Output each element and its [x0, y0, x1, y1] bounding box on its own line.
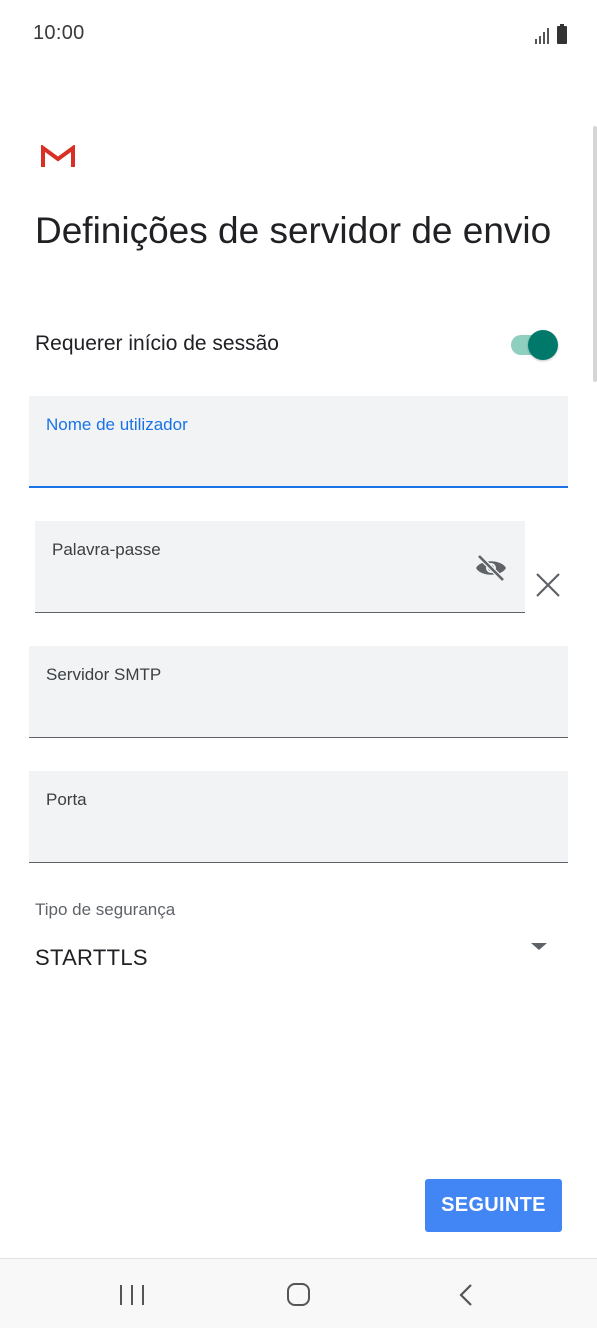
gmail-logo — [41, 145, 75, 167]
battery-icon — [557, 24, 567, 44]
close-icon[interactable] — [534, 571, 562, 599]
security-type-select[interactable]: STARTTLS — [35, 945, 148, 971]
page-title: Definições de servidor de envio — [35, 210, 552, 251]
navigation-bar — [0, 1258, 597, 1328]
signal-icon — [535, 28, 549, 44]
home-icon[interactable] — [287, 1283, 310, 1306]
password-label: Palavra-passe — [52, 540, 161, 559]
screen: 10:00 Definições de servidor de envio Re… — [0, 0, 597, 1328]
status-time: 10:00 — [33, 22, 85, 44]
recent-apps-icon[interactable] — [120, 1285, 144, 1305]
smtp-server-label: Servidor SMTP — [46, 665, 162, 684]
security-type-label: Tipo de segurança — [35, 900, 176, 919]
dropdown-arrow-icon[interactable] — [531, 943, 547, 950]
visibility-off-icon[interactable] — [474, 554, 508, 582]
status-icons — [535, 24, 567, 44]
toggle-thumb — [528, 330, 558, 360]
smtp-server-field[interactable]: Servidor SMTP — [29, 646, 568, 738]
require-login-toggle[interactable] — [511, 330, 559, 360]
username-field[interactable]: Nome de utilizador — [29, 396, 568, 488]
port-field[interactable]: Porta — [29, 771, 568, 863]
require-login-label: Requerer início de sessão — [35, 332, 279, 355]
username-label: Nome de utilizador — [46, 415, 188, 434]
next-button[interactable]: SEGUINTE — [425, 1179, 562, 1232]
port-label: Porta — [46, 790, 87, 809]
scrollbar[interactable] — [593, 126, 597, 382]
password-field[interactable]: Palavra-passe — [35, 521, 525, 613]
back-icon[interactable] — [457, 1283, 475, 1307]
